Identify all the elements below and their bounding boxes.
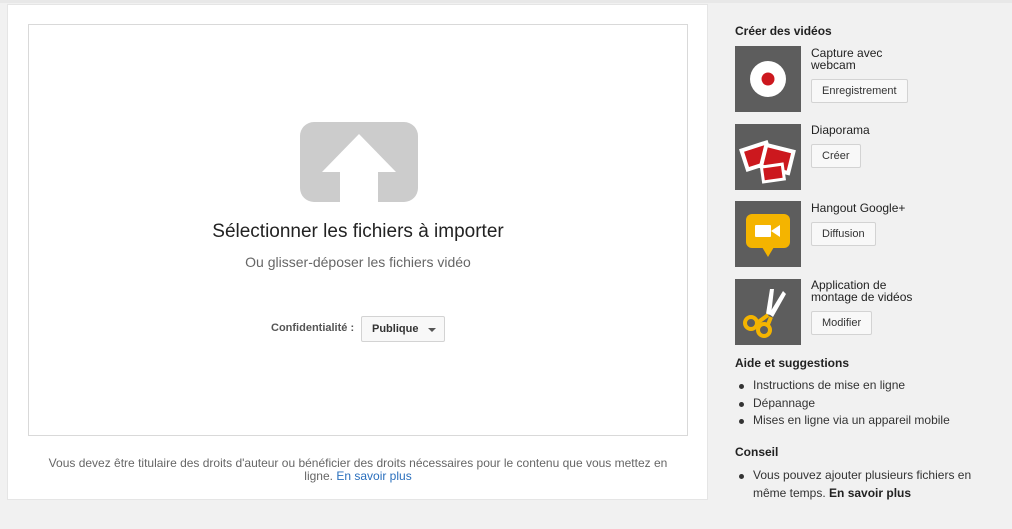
hangout-label: Hangout Google+ (811, 201, 906, 215)
hangout-thumbnail[interactable] (735, 201, 801, 267)
top-divider (0, 0, 1012, 3)
bullet-icon (739, 401, 744, 407)
help-item-troubleshooting[interactable]: Dépannage (735, 395, 950, 413)
scissors-icon (743, 289, 786, 338)
bullet-icon (739, 419, 744, 424)
help-item-label: Instructions de mise en ligne (753, 378, 906, 392)
learn-more-link[interactable]: En savoir plus (336, 469, 411, 483)
tip-item: Vous pouvez ajouter plusieurs fichiers e… (735, 467, 985, 502)
bullet-icon (739, 384, 744, 389)
upload-subtitle: Ou glisser-déposer les fichiers vidéo (245, 254, 471, 270)
create-videos-heading: Créer des vidéos (735, 24, 832, 38)
editor-thumbnail[interactable] (735, 279, 801, 345)
webcam-record-icon (750, 61, 786, 97)
tip-learn-more-link[interactable]: En savoir plus (829, 486, 911, 500)
help-item-mobile-upload[interactable]: Mises en ligne via un appareil mobile (735, 412, 950, 430)
editor-label: Application de montage de vidéos (811, 278, 913, 304)
hangout-camera-icon (746, 214, 790, 257)
help-item-label: Dépannage (753, 395, 816, 410)
upload-arrow-icon[interactable] (300, 122, 418, 202)
create-slideshow-button[interactable]: Créer (811, 144, 861, 168)
help-heading: Aide et suggestions (735, 356, 850, 370)
upload-panel: Sélectionner les fichiers à importer Ou … (7, 4, 708, 500)
help-list: Instructions de mise en ligne Dépannage … (735, 377, 950, 430)
tip-list: Vous pouvez ajouter plusieurs fichiers e… (735, 467, 985, 502)
privacy-label: Confidentialité : (271, 322, 355, 334)
privacy-value: Publique (372, 323, 419, 335)
help-item-upload-instructions[interactable]: Instructions de mise en ligne (735, 377, 950, 395)
tip-heading: Conseil (735, 445, 779, 459)
slideshow-label: Diaporama (811, 123, 870, 137)
record-button[interactable]: Enregistrement (811, 79, 908, 103)
upload-title: Sélectionner les fichiers à importer (212, 221, 504, 242)
slideshow-icon (739, 139, 796, 184)
caret-down-icon (428, 328, 436, 332)
broadcast-button[interactable]: Diffusion (811, 222, 876, 246)
edit-button[interactable]: Modifier (811, 311, 873, 335)
slideshow-thumbnail[interactable] (735, 124, 801, 190)
webcam-thumbnail[interactable] (735, 46, 801, 112)
upload-dropzone[interactable]: Sélectionner les fichiers à importer Ou … (28, 24, 688, 436)
bullet-icon (739, 474, 744, 479)
webcam-label: Capture avec webcam (811, 46, 883, 72)
copyright-notice: Vous devez être titulaire des droits d'a… (38, 457, 678, 483)
help-item-label: Mises en ligne via un appareil mobile (753, 413, 950, 427)
privacy-dropdown[interactable]: Publique (361, 316, 445, 342)
